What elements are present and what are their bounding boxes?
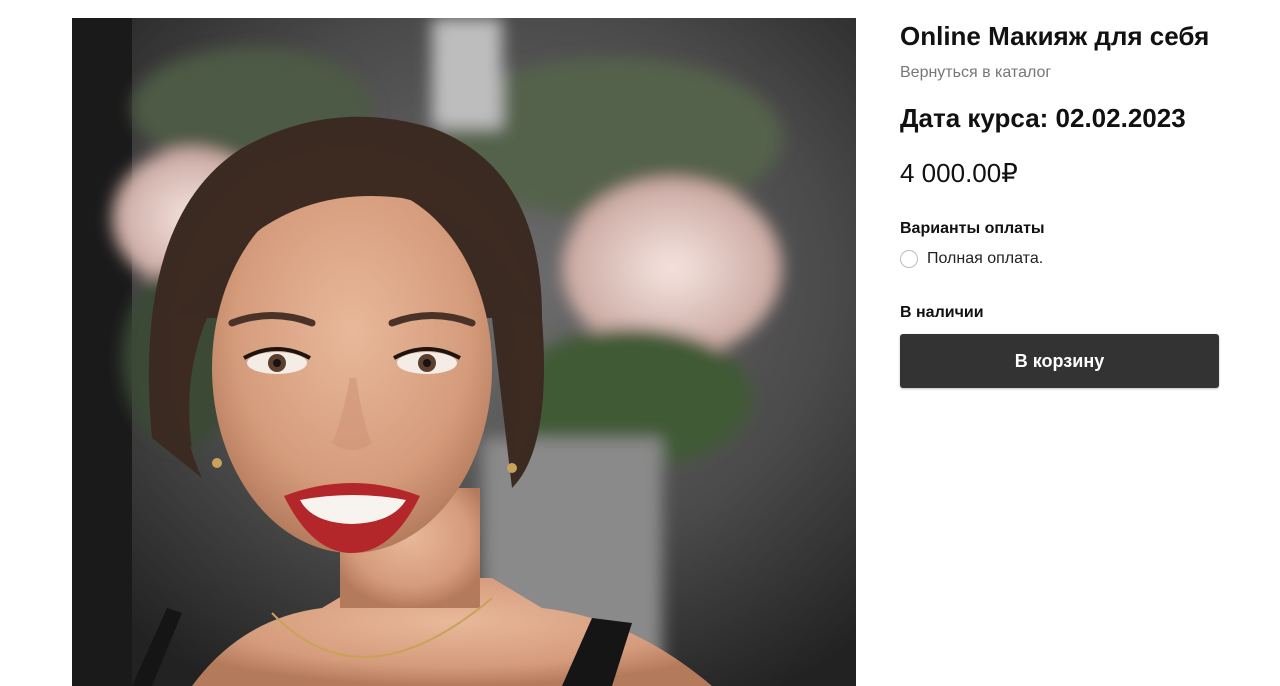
portrait-image	[72, 18, 856, 686]
product-photo[interactable]	[72, 18, 856, 686]
payment-options-label: Варианты оплаты	[900, 220, 1045, 237]
product-info: Online Макияж для себя Вернуться в катал…	[900, 18, 1230, 388]
availability-status: В наличии	[900, 304, 984, 321]
radio-button[interactable]	[900, 250, 918, 268]
payment-option-full[interactable]: Полная оплата.	[900, 248, 1230, 270]
course-date: Дата курса: 02.02.2023	[900, 103, 1186, 133]
payment-option-label: Полная оплата.	[927, 250, 1044, 267]
back-to-catalog-link[interactable]: Вернуться в каталог	[900, 62, 1051, 84]
product-page: Online Макияж для себя Вернуться в катал…	[0, 0, 1280, 686]
product-title: Online Макияж для себя	[900, 21, 1210, 51]
product-price: 4 000.00₽	[900, 158, 1018, 188]
add-to-cart-button[interactable]: В корзину	[900, 334, 1219, 388]
